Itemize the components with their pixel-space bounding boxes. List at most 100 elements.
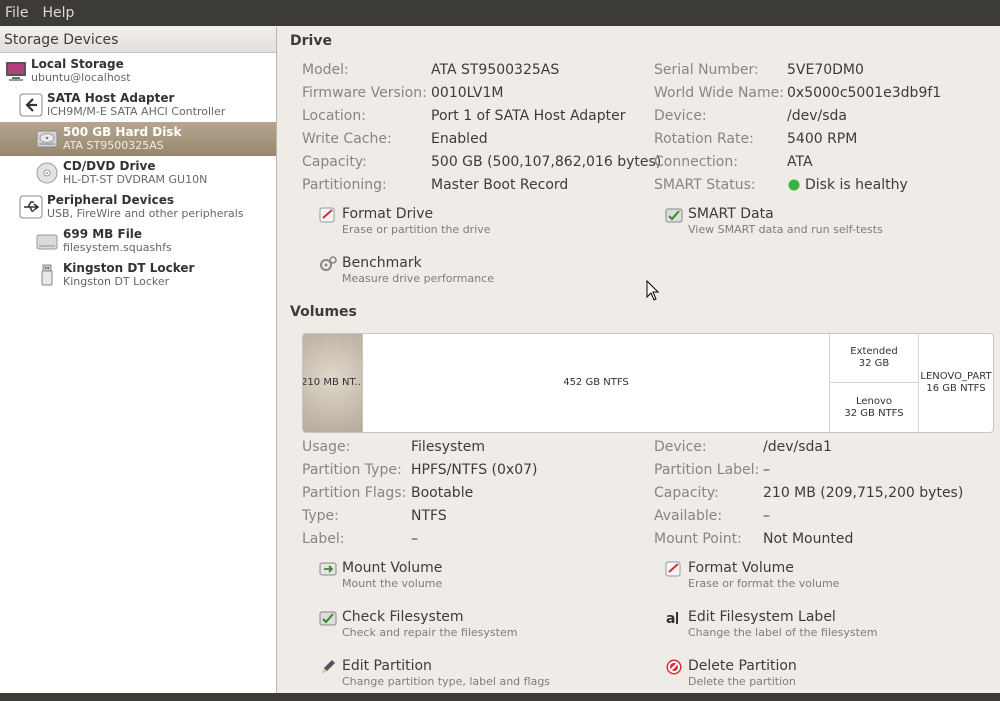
sidebar-item-title: Local Storage bbox=[31, 57, 124, 71]
action-title: Format Drive bbox=[342, 206, 434, 222]
action-subtitle: Measure drive performance bbox=[342, 272, 495, 285]
benchmark-icon bbox=[320, 256, 337, 271]
drive-write-cache-value: Enabled bbox=[431, 131, 488, 147]
action-title: Format Volume bbox=[688, 560, 794, 576]
format-icon bbox=[319, 207, 335, 223]
drive-partitioning-label: Partitioning: bbox=[302, 177, 387, 193]
volume-capacity-label: Capacity: bbox=[654, 485, 719, 501]
drive-capacity-value: 500 GB (500,107,862,016 bytes) bbox=[431, 154, 662, 170]
drive-smart-status-label: SMART Status: bbox=[654, 177, 756, 193]
drive-connection-label: Connection: bbox=[654, 154, 738, 170]
sidebar-item-500gb-hard-disk[interactable]: 500 GB Hard Disk ATA ST9500325AS bbox=[0, 122, 276, 156]
sidebar-item-subtitle: filesystem.squashfs bbox=[63, 241, 172, 254]
volume-segment-210mb[interactable]: 210 MB NT... bbox=[303, 334, 363, 432]
sidebar-item-title: Peripheral Devices bbox=[47, 193, 174, 207]
action-title: Edit Partition bbox=[342, 658, 432, 674]
volume-usage-label: Usage: bbox=[302, 439, 351, 455]
drive-capacity-label: Capacity: bbox=[302, 154, 367, 170]
volume-available-label: Available: bbox=[654, 508, 723, 524]
volumes-section-title: Volumes bbox=[290, 304, 357, 320]
volume-label-value: – bbox=[411, 531, 418, 547]
drive-smart-status-value: Disk is healthy bbox=[805, 177, 908, 193]
volume-segment-452gb[interactable]: 452 GB NTFS bbox=[363, 334, 830, 432]
volume-segment-extended[interactable]: Extended 32 GB bbox=[830, 334, 919, 383]
action-subtitle: Erase or partition the drive bbox=[342, 223, 491, 236]
sidebar-item-subtitle: USB, FireWire and other peripherals bbox=[47, 207, 244, 220]
drive-model-label: Model: bbox=[302, 62, 349, 78]
volume-segment-label: 210 MB NT... bbox=[303, 377, 363, 388]
sidebar-item-kingston-dt-locker[interactable]: Kingston DT Locker Kingston DT Locker bbox=[0, 258, 276, 292]
sidebar-item-title: 500 GB Hard Disk bbox=[63, 125, 182, 139]
volume-partition-label-label: Partition Label: bbox=[654, 462, 760, 478]
volume-grid: 210 MB NT... 452 GB NTFS Extended 32 GB … bbox=[302, 333, 994, 433]
drive-serial-value: 5VE70DM0 bbox=[787, 62, 864, 78]
drive-wwn-value: 0x5000c5001e3db9f1 bbox=[787, 85, 942, 101]
action-title: Benchmark bbox=[342, 255, 422, 271]
sidebar-item-sata-host-adapter[interactable]: SATA Host Adapter ICH9M/M-E SATA AHCI Co… bbox=[0, 88, 276, 122]
drive-serial-label: Serial Number: bbox=[654, 62, 759, 78]
action-title: Delete Partition bbox=[688, 658, 797, 674]
volume-partition-flags-label: Partition Flags: bbox=[302, 485, 407, 501]
mount-icon bbox=[319, 562, 337, 576]
drive-model-value: ATA ST9500325AS bbox=[431, 62, 560, 78]
drive-location-value: Port 1 of SATA Host Adapter bbox=[431, 108, 626, 124]
action-subtitle: Check and repair the filesystem bbox=[342, 626, 518, 639]
sidebar-item-cd-dvd-drive[interactable]: CD/DVD Drive HL-DT-ST DVDRAM GU10N bbox=[0, 156, 276, 190]
sidebar: Storage Devices Local Storage ubuntu@loc… bbox=[0, 27, 277, 693]
action-title: SMART Data bbox=[688, 206, 774, 222]
main-pane: Drive Model: ATA ST9500325AS Firmware Ve… bbox=[278, 27, 1000, 693]
drive-write-cache-label: Write Cache: bbox=[302, 131, 392, 147]
file-drive-icon bbox=[36, 234, 58, 250]
volume-partition-flags-value: Bootable bbox=[411, 485, 474, 501]
drive-firmware-value: 0010LV1M bbox=[431, 85, 504, 101]
volume-available-value: – bbox=[763, 508, 770, 524]
sidebar-item-subtitle: ubuntu@localhost bbox=[31, 71, 131, 84]
sidebar-item-title: 699 MB File bbox=[63, 227, 143, 241]
volume-segment-size: 32 GB bbox=[858, 358, 890, 369]
sidebar-item-subtitle: ICH9M/M-E SATA AHCI Controller bbox=[47, 105, 226, 118]
sidebar-item-peripheral-devices[interactable]: Peripheral Devices USB, FireWire and oth… bbox=[0, 190, 276, 224]
volume-partition-type-value: HPFS/NTFS (0x07) bbox=[411, 462, 538, 478]
volume-partition-type-label: Partition Type: bbox=[302, 462, 402, 478]
action-subtitle: Mount the volume bbox=[342, 577, 443, 590]
volume-segment-size: 32 GB NTFS bbox=[844, 407, 904, 419]
drive-device-label: Device: bbox=[654, 108, 707, 124]
drive-section-title: Drive bbox=[290, 33, 332, 49]
pencil-icon bbox=[322, 660, 335, 673]
menu-file[interactable]: File bbox=[5, 5, 28, 21]
sidebar-item-699mb-file[interactable]: 699 MB File filesystem.squashfs bbox=[0, 224, 276, 258]
volume-mount-point-value: Not Mounted bbox=[763, 531, 854, 547]
optical-disc-icon bbox=[36, 162, 58, 184]
volume-device-label: Device: bbox=[654, 439, 707, 455]
drive-rotation-value: 5400 RPM bbox=[787, 131, 858, 147]
menu-help[interactable]: Help bbox=[42, 5, 74, 21]
sidebar-item-subtitle: HL-DT-ST DVDRAM GU10N bbox=[63, 173, 208, 186]
usb-stick-icon bbox=[41, 264, 53, 286]
volume-segment-label: Lenovo bbox=[855, 395, 893, 407]
sidebar-item-title: CD/DVD Drive bbox=[63, 159, 156, 173]
volume-capacity-value: 210 MB (209,715,200 bytes) bbox=[763, 485, 964, 501]
volume-partition-label-value: – bbox=[763, 462, 770, 478]
volume-segment-label: Extended bbox=[850, 346, 898, 357]
menu-bar: File Help bbox=[0, 0, 1000, 26]
volume-segment-label: LENOVO_PART bbox=[920, 371, 992, 382]
volume-segment-lenovo[interactable]: Lenovo 32 GB NTFS bbox=[830, 383, 919, 432]
sidebar-item-local-storage[interactable]: Local Storage ubuntu@localhost bbox=[0, 54, 276, 88]
volume-segment-lenovo-part[interactable]: LENOVO_PART 16 GB NTFS bbox=[919, 334, 993, 432]
action-subtitle: View SMART data and run self-tests bbox=[688, 223, 883, 236]
volume-type-label: Type: bbox=[302, 508, 339, 524]
computer-icon bbox=[6, 62, 26, 81]
action-subtitle: Erase or format the volume bbox=[688, 577, 840, 590]
sidebar-item-subtitle: Kingston DT Locker bbox=[63, 275, 170, 288]
drive-location-label: Location: bbox=[302, 108, 366, 124]
volume-device-value: /dev/sda1 bbox=[763, 439, 832, 455]
volume-segment-label: 452 GB NTFS bbox=[563, 377, 629, 388]
harddisk-icon bbox=[36, 130, 58, 148]
check-icon bbox=[319, 611, 337, 626]
sidebar-item-title: SATA Host Adapter bbox=[47, 91, 175, 105]
label-icon: a bbox=[666, 611, 678, 627]
bottom-panel bbox=[0, 693, 1000, 701]
volume-label-label: Label: bbox=[302, 531, 345, 547]
volume-segment-size: 16 GB NTFS bbox=[926, 383, 986, 394]
svg-text:a: a bbox=[666, 611, 675, 627]
